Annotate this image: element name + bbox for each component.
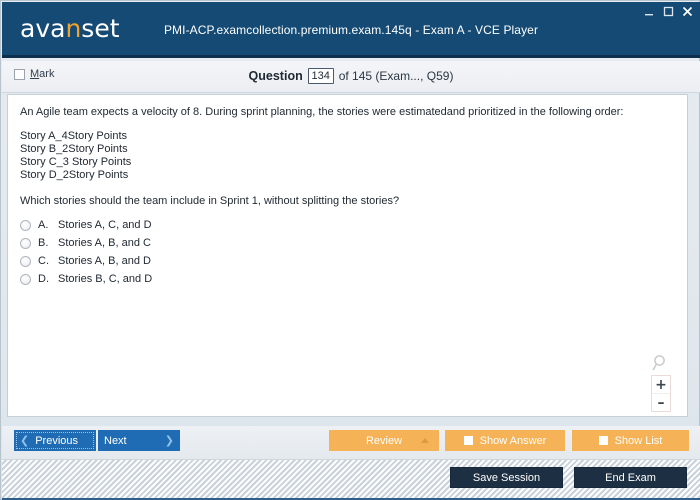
- zoom-buttons: + –: [651, 375, 671, 412]
- next-button[interactable]: Next ❯: [98, 430, 180, 451]
- vce-player-window: avanset PMI-ACP.examcollection.premium.e…: [0, 0, 700, 500]
- square-icon: [463, 436, 473, 445]
- option-text: Stories A, B, and D: [58, 255, 151, 268]
- logo-text-part1: ava: [20, 14, 66, 43]
- option-letter: A.: [38, 219, 49, 232]
- radio-icon[interactable]: [20, 237, 31, 249]
- question-story-list: Story A_4Story Points Story B_2Story Poi…: [20, 130, 677, 182]
- previous-button-label: Previous: [35, 434, 79, 447]
- question-content-inner: An Agile team expects a velocity of 8. D…: [8, 95, 687, 416]
- question-total-label: of 145 (Exam..., Q59): [338, 69, 454, 83]
- footer-bar: Save Session End Exam: [2, 459, 700, 500]
- save-session-button[interactable]: Save Session: [450, 467, 563, 488]
- logo-text-part2: set: [81, 14, 120, 43]
- answer-options: A. Stories A, C, and D B. Stories A, B, …: [20, 216, 677, 288]
- magnifier-icon: [652, 355, 665, 371]
- show-answer-button[interactable]: Show Answer: [445, 430, 565, 451]
- zoom-widget: + –: [649, 353, 673, 412]
- chevron-right-icon: ❯: [164, 434, 174, 447]
- answer-option-a[interactable]: A. Stories A, C, and D: [20, 216, 677, 234]
- option-text: Stories A, B, and C: [58, 237, 151, 250]
- minimize-icon[interactable]: [643, 5, 656, 18]
- window-controls: [643, 5, 694, 18]
- show-answer-button-label: Show Answer: [479, 434, 547, 447]
- mark-checkbox[interactable]: Mark: [14, 68, 54, 80]
- story-line: Story A_4Story Points: [20, 129, 127, 142]
- zoom-in-button[interactable]: +: [652, 376, 670, 393]
- question-number-input[interactable]: [307, 68, 334, 84]
- question-stem: An Agile team expects a velocity of 8. D…: [20, 106, 624, 118]
- review-button[interactable]: Review: [329, 430, 439, 451]
- question-counter: Question of 145 (Exam..., Q59): [2, 68, 700, 84]
- radio-icon[interactable]: [20, 273, 31, 285]
- option-text: Stories A, C, and D: [58, 219, 152, 232]
- story-line: Story B_2Story Points: [20, 142, 128, 155]
- previous-button[interactable]: ❮ Previous: [14, 430, 96, 451]
- review-button-label: Review: [365, 434, 403, 447]
- mark-checkbox-box[interactable]: [14, 68, 25, 80]
- close-icon[interactable]: [681, 5, 694, 18]
- answer-option-c[interactable]: C. Stories A, B, and D: [20, 252, 677, 270]
- option-letter: D.: [38, 273, 49, 286]
- action-toolbar: ❮ Previous Next ❯ Review Show Answer Sho…: [2, 426, 700, 459]
- show-list-button-label: Show List: [614, 434, 663, 447]
- next-button-label: Next: [104, 434, 127, 447]
- title-bar: avanset PMI-ACP.examcollection.premium.e…: [2, 2, 700, 58]
- square-icon: [598, 436, 608, 445]
- answer-option-b[interactable]: B. Stories A, B, and C: [20, 234, 677, 252]
- story-line: Story D_2Story Points: [20, 168, 129, 181]
- option-letter: C.: [38, 255, 49, 268]
- logo-text-accent: n: [65, 14, 82, 43]
- end-exam-button[interactable]: End Exam: [574, 467, 687, 488]
- show-list-button[interactable]: Show List: [572, 430, 689, 451]
- question-content-panel: An Agile team expects a velocity of 8. D…: [7, 94, 688, 417]
- triangle-up-icon: [421, 438, 429, 443]
- option-letter: B.: [38, 237, 49, 250]
- mark-accelerator: M: [30, 68, 40, 80]
- mark-label-rest: ark: [39, 68, 55, 80]
- chevron-left-icon: ❮: [20, 434, 30, 447]
- radio-icon[interactable]: [20, 255, 31, 267]
- window-frame: avanset PMI-ACP.examcollection.premium.e…: [0, 0, 700, 500]
- question-prompt: Which stories should the team include in…: [20, 194, 400, 207]
- answer-option-d[interactable]: D. Stories B, C, and D: [20, 270, 677, 288]
- maximize-icon[interactable]: [662, 5, 675, 18]
- mark-checkbox-label: Mark: [30, 68, 54, 80]
- zoom-out-button[interactable]: –: [652, 393, 670, 411]
- story-line: Story C_3 Story Points: [20, 155, 132, 168]
- radio-icon[interactable]: [20, 219, 31, 231]
- question-status-bar: Mark Question of 145 (Exam..., Q59): [2, 61, 700, 93]
- avanset-logo: avanset: [20, 16, 120, 41]
- question-word-label: Question: [248, 69, 303, 83]
- option-text: Stories B, C, and D: [58, 273, 153, 286]
